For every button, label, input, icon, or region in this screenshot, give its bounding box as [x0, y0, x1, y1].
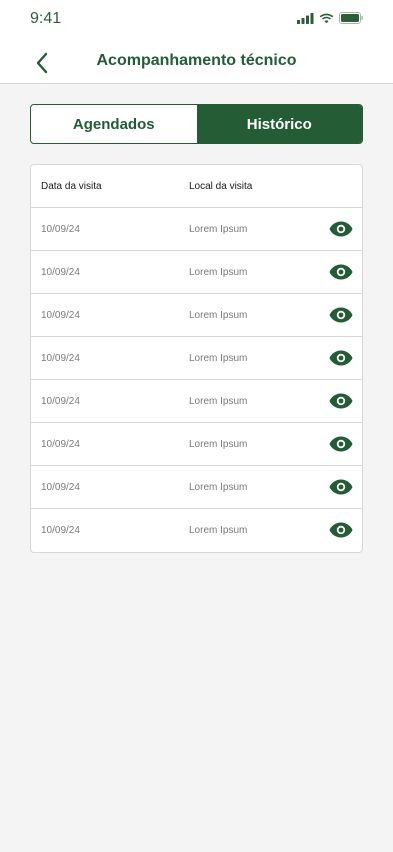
- eye-icon: [329, 264, 353, 280]
- row-place: Lorem Ipsum: [189, 266, 248, 278]
- table-row: 10/09/24 Lorem Ipsum: [31, 337, 362, 380]
- row-place: Lorem Ipsum: [189, 352, 248, 364]
- row-date: 10/09/24: [41, 309, 80, 321]
- table-row: 10/09/24 Lorem Ipsum: [31, 251, 362, 294]
- row-date: 10/09/24: [41, 525, 80, 536]
- row-place: Lorem Ipsum: [189, 438, 248, 450]
- eye-icon: [329, 221, 353, 237]
- header-date: Data da visita: [41, 180, 102, 192]
- row-date: 10/09/24: [41, 438, 80, 450]
- table-row: 10/09/24 Lorem Ipsum: [31, 423, 362, 466]
- view-button[interactable]: [329, 348, 353, 368]
- table-row: 10/09/24 Lorem Ipsum: [31, 380, 362, 423]
- visits-table: Data da visita Local da visita 10/09/24 …: [30, 164, 363, 553]
- view-button[interactable]: [329, 477, 353, 497]
- view-button[interactable]: [329, 262, 353, 282]
- row-place: Lorem Ipsum: [189, 481, 248, 493]
- row-place: Lorem Ipsum: [189, 525, 248, 536]
- table-row: 10/09/24 Lorem Ipsum: [31, 466, 362, 509]
- tab-switcher: Agendados Histórico: [30, 104, 363, 144]
- page-title: Acompanhamento técnico: [96, 52, 297, 69]
- battery-icon: [339, 12, 363, 24]
- eye-icon: [329, 522, 353, 538]
- top-bar: 9:41 Acompanhamento técnico: [0, 0, 393, 84]
- table-row: 10/09/24 Lorem Ipsum: [31, 294, 362, 337]
- table-row: 10/09/24 Lorem Ipsum: [31, 208, 362, 251]
- row-date: 10/09/24: [41, 352, 80, 364]
- row-place: Lorem Ipsum: [189, 223, 248, 235]
- table-header: Data da visita Local da visita: [31, 165, 362, 208]
- table-row: 10/09/24 Lorem Ipsum: [31, 509, 362, 552]
- view-button[interactable]: [329, 219, 353, 239]
- eye-icon: [329, 350, 353, 366]
- eye-icon: [329, 307, 353, 323]
- status-icons: [297, 12, 363, 24]
- eye-icon: [329, 436, 353, 452]
- eye-icon: [329, 393, 353, 409]
- tab-historico[interactable]: Histórico: [196, 105, 362, 143]
- wifi-icon: [319, 13, 334, 23]
- eye-icon: [329, 479, 353, 495]
- row-place: Lorem Ipsum: [189, 309, 248, 321]
- view-button[interactable]: [329, 520, 353, 540]
- view-button[interactable]: [329, 434, 353, 454]
- row-date: 10/09/24: [41, 266, 80, 278]
- row-place: Lorem Ipsum: [189, 395, 248, 407]
- signal-icon: [297, 12, 314, 24]
- header-place: Local da visita: [189, 180, 253, 192]
- status-time: 9:41: [30, 10, 62, 27]
- row-date: 10/09/24: [41, 223, 80, 235]
- view-button[interactable]: [329, 391, 353, 411]
- row-date: 10/09/24: [41, 481, 80, 493]
- tab-agendados[interactable]: Agendados: [31, 105, 197, 143]
- row-date: 10/09/24: [41, 395, 80, 407]
- view-button[interactable]: [329, 305, 353, 325]
